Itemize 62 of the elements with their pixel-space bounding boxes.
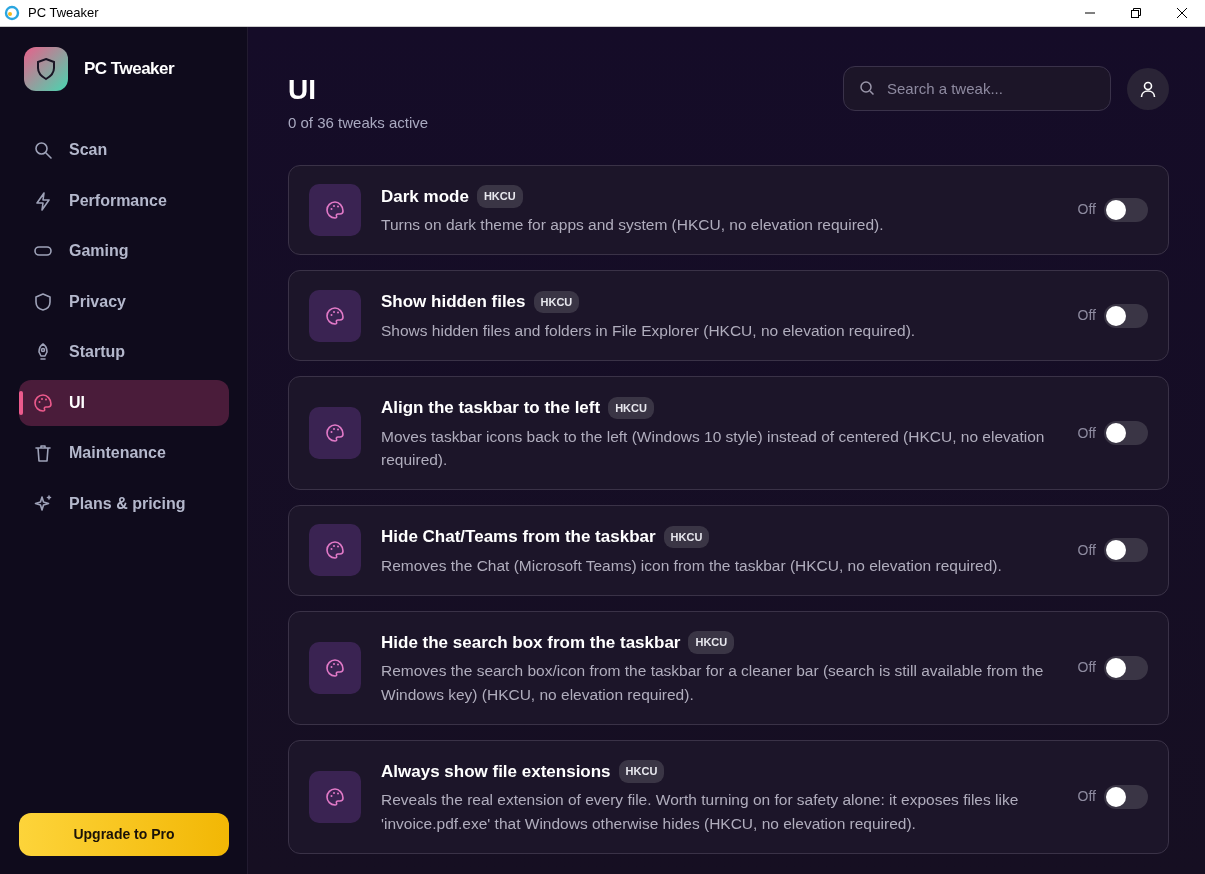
palette-icon [325,199,345,220]
registry-tag: HKCU [688,631,735,654]
sidebar-item[interactable]: Scan [19,127,229,173]
tweak-description: Reveals the real extension of every file. Worth turning on for safety alone: it exposes files like 'invoice.pdf.exe' that Windows otherwise hides (HKCU, no elevation required). [381,790,1020,834]
toggle-switch[interactable] [1104,538,1148,563]
toggle-state-label: Off [1077,787,1096,807]
toggle-state-label: Off [1077,200,1096,220]
upgrade-button[interactable]: Upgrade to Pro [19,813,229,856]
page-subtitle: 0 of 36 tweaks active [288,113,429,133]
tweak-description: Shows hidden files and folders in File Explorer (HKCU, no elevation required). [381,320,917,341]
tweak-description: Removes the Chat (Microsoft Teams) icon from the taskbar (HKCU, no elevation required). [381,555,1003,576]
palette-icon [33,392,53,413]
registry-tag: HKCU [533,290,580,314]
sidebar-item[interactable]: Privacy [19,278,229,325]
toggle-state-label: Off [1077,540,1096,560]
profile-button[interactable] [1127,67,1169,110]
palette-icon [325,786,345,807]
sidebar-item[interactable]: Performance [19,177,229,224]
toggle-state-label: Off [1077,306,1096,326]
registry-tag: HKCU [476,185,523,208]
sidebar-item[interactable]: Plans & pricing [19,480,229,527]
palette-icon [325,657,345,678]
app-icon [4,5,20,21]
sidebar-item[interactable]: Startup [19,329,229,375]
tweak-title: Dark mode [381,185,469,208]
tweak-title: Always show file extensions [381,760,611,783]
toggle-switch[interactable] [1104,421,1148,445]
toggle-switch[interactable] [1104,197,1148,222]
registry-tag: HKCU [663,525,710,548]
restore-icon [1130,7,1142,19]
tweak-description: Removes the search box/icon from the taskbar for a cleaner bar (search is still available from the Windows key) (HKCU, no elevation required). [381,661,1045,705]
tweak-description: Moves taskbar icons back to the left (Windows 10 style) instead of centered (HKCU, no elevation required). [381,426,1046,470]
tweak-title: Hide Chat/Teams from the taskbar [381,526,656,548]
tweak-title: Align the taskbar to the left [381,397,601,419]
toggle-switch[interactable] [1104,303,1148,328]
app-name: PC Tweaker [84,58,175,81]
registry-tag: HKCU [608,396,654,419]
palette-icon [325,540,345,561]
window-title: PC Tweaker [28,4,99,23]
close-icon [1176,7,1188,19]
toggle-switch[interactable] [1104,655,1148,680]
lightning-icon [33,190,53,211]
toggle-switch[interactable] [1104,784,1148,809]
app-logo [24,47,68,91]
toggle-state-label: Off [1077,423,1096,443]
tweak-description: Turns on dark theme for apps and system (HKCU, no elevation required). [381,215,885,235]
tweak-title: Show hidden files [381,291,526,314]
toggle-state-label: Off [1077,658,1096,678]
trash-icon [33,443,53,463]
palette-icon [325,305,345,326]
sidebar-item[interactable]: UI [19,379,229,426]
palette-icon [325,423,345,443]
shield-icon [33,291,53,312]
search-field[interactable]: Search a tweak... [843,66,1111,111]
search-icon [33,140,53,160]
tweak-title: Hide the search box from the taskbar [381,631,681,654]
sidebar-item[interactable]: Gaming [19,228,229,274]
sidebar-item[interactable]: Maintenance [19,430,229,476]
registry-tag: HKCU [618,760,665,783]
search-icon [859,80,875,96]
sparkle-icon [33,493,53,514]
page-title: UI [288,76,317,104]
